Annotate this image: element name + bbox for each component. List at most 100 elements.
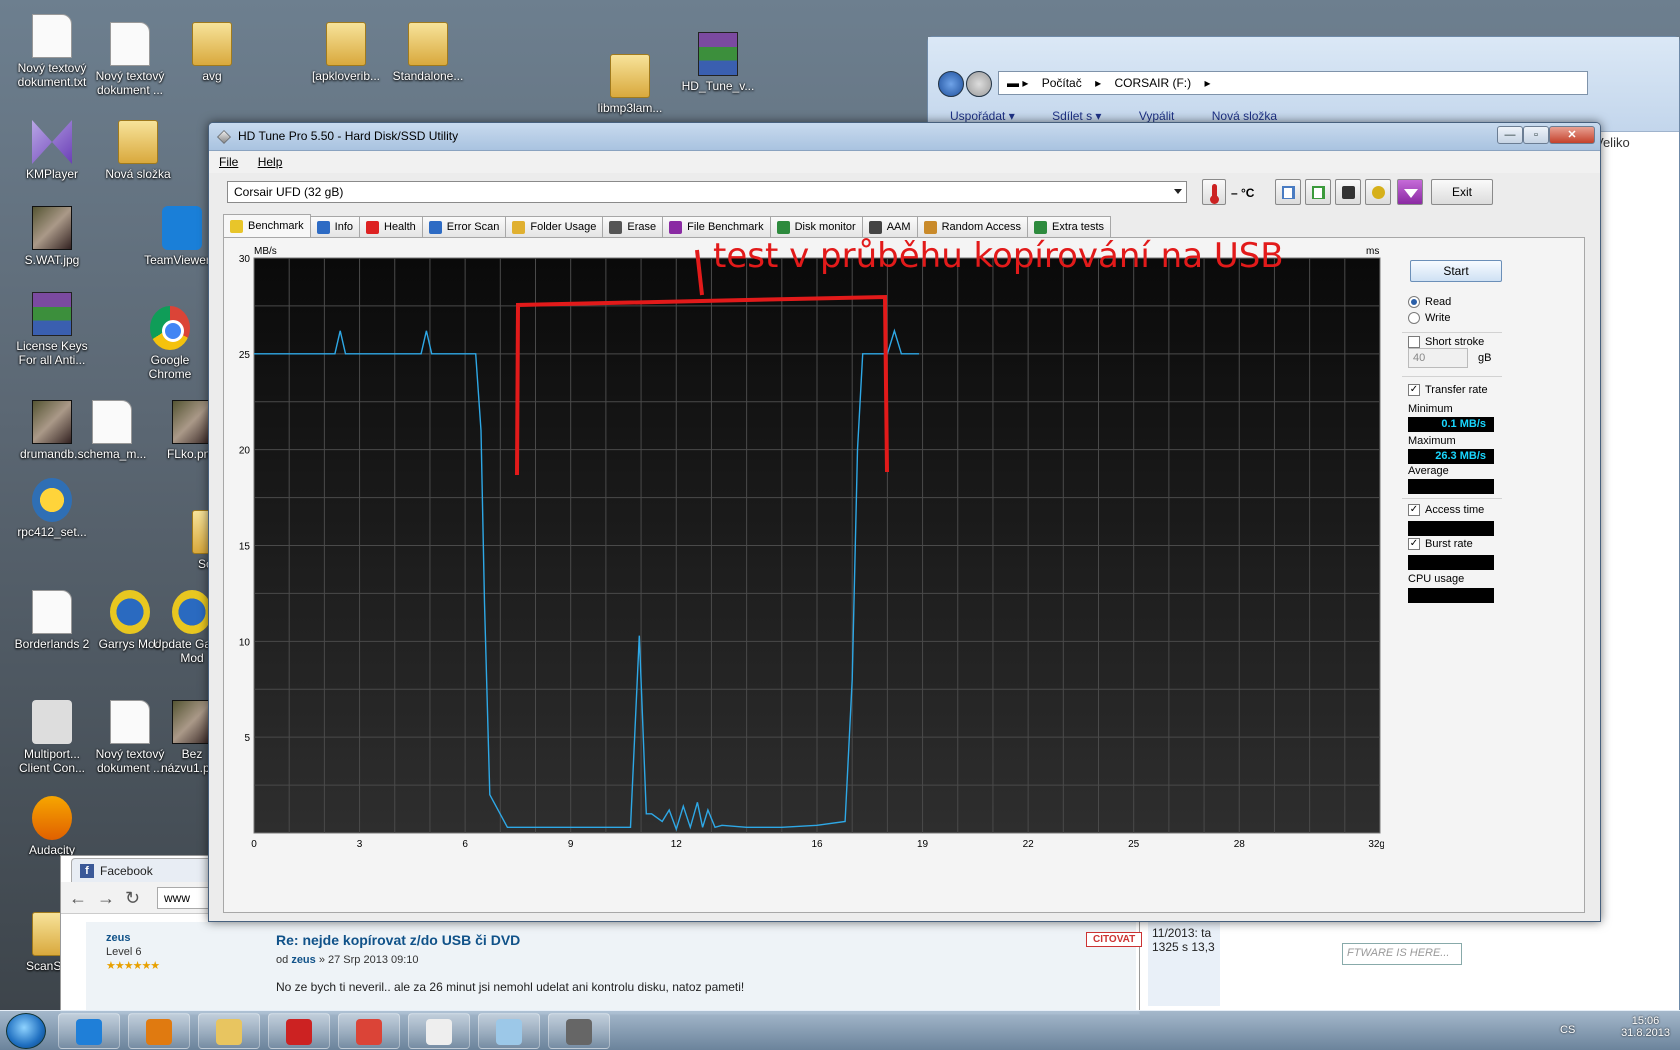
short-stroke-checkbox[interactable] (1408, 336, 1420, 348)
tab-benchmark[interactable]: Benchmark (223, 214, 311, 237)
gmod-icon (172, 590, 212, 634)
new-folder-button[interactable]: Nová složka (1212, 109, 1277, 123)
copy-text-button[interactable] (1275, 179, 1301, 205)
maximize-button[interactable]: ▫ (1523, 126, 1549, 144)
copy-text-icon (1282, 186, 1295, 199)
burst-rate-option[interactable]: ✓ Burst rate (1408, 538, 1473, 550)
desktop-icon[interactable]: Multiport... Client Con... (10, 700, 94, 775)
desktop-icon-label: avg (202, 69, 222, 83)
tab-random-access[interactable]: Random Access (916, 216, 1029, 237)
chevron-down-icon (1174, 189, 1182, 194)
post-title[interactable]: Re: nejde kopírovat z/do USB či DVD (276, 932, 520, 948)
desktop-icon[interactable]: Standalone... (386, 22, 470, 83)
desktop-icon[interactable]: HD_Tune_v... (676, 32, 760, 93)
language-indicator[interactable]: CS (1560, 1024, 1575, 1036)
tab-error-scan[interactable]: Error Scan (421, 216, 507, 237)
forward-icon[interactable] (966, 71, 992, 97)
tab-file-benchmark[interactable]: File Benchmark (662, 216, 771, 237)
breadcrumb-computer[interactable]: Počítač (1042, 76, 1082, 90)
forward-arrow-icon[interactable]: → (97, 888, 115, 909)
benchmark-chart: 036912161922252832gB51015202530102030405… (224, 238, 1384, 914)
desktop-icon[interactable]: S.WAT.jpg (10, 206, 94, 267)
minimize-button[interactable]: — (1497, 126, 1523, 144)
back-arrow-icon[interactable]: ← (69, 888, 87, 909)
desktop-icon-label: Standalone... (392, 69, 464, 83)
x-tick-label: 6 (462, 839, 468, 850)
access-time-option[interactable]: ✓ Access time (1408, 504, 1484, 516)
read-radio[interactable] (1408, 296, 1420, 308)
tab-folder-usage[interactable]: Folder Usage (505, 216, 604, 237)
tab-extra-tests[interactable]: Extra tests (1027, 216, 1112, 237)
breadcrumb-drive[interactable]: CORSAIR (F:) (1114, 76, 1191, 90)
reload-icon[interactable]: ↻ (125, 888, 140, 909)
short-stroke-input[interactable]: 40 (1408, 348, 1468, 368)
start-button-orb[interactable] (6, 1013, 46, 1049)
quote-button[interactable]: CITOVAT (1086, 932, 1143, 947)
transfer-rate-option[interactable]: ✓ Transfer rate (1408, 384, 1488, 396)
drive-select[interactable]: Corsair UFD (32 gB) (227, 181, 1187, 203)
tab-info[interactable]: Info (309, 216, 360, 237)
copy-info-button[interactable] (1305, 179, 1331, 205)
y-tick-label: 10 (239, 637, 251, 648)
desktop-icon[interactable]: avg (170, 22, 254, 83)
short-stroke-option[interactable]: Short stroke (1408, 336, 1484, 348)
back-icon[interactable] (938, 71, 964, 97)
burst-rate-checkbox[interactable]: ✓ (1408, 538, 1420, 550)
clock[interactable]: 15:06 31.8.2013 (1621, 1015, 1670, 1039)
short-stroke-unit: gB (1478, 352, 1492, 364)
desktop-icon[interactable]: Nová složka (96, 120, 180, 181)
taskbar-item[interactable] (548, 1013, 610, 1049)
taskbar-item[interactable] (268, 1013, 330, 1049)
tab-disk-monitor[interactable]: Disk monitor (769, 216, 863, 237)
tab-health[interactable]: Health (359, 216, 423, 237)
network-icon (566, 1019, 592, 1045)
clock-time: 15:06 (1631, 1015, 1660, 1027)
folder-icon: ▬ ▸ (1007, 76, 1029, 90)
start-button[interactable]: Start (1410, 260, 1502, 282)
exit-button[interactable]: Exit (1431, 179, 1493, 205)
access-time-checkbox[interactable]: ✓ (1408, 504, 1420, 516)
taskbar-item[interactable] (198, 1013, 260, 1049)
save-button[interactable] (1397, 179, 1423, 205)
desktop-icon[interactable]: License Keys For all Anti... (10, 292, 94, 367)
options-button[interactable] (1365, 179, 1391, 205)
post-author[interactable]: zeus (106, 932, 130, 944)
desktop-icon[interactable]: KMPlayer (10, 120, 94, 181)
desktop-icon[interactable]: Nový textový dokument.txt (10, 14, 94, 89)
desktop-icon[interactable]: schema_m... (70, 400, 154, 461)
chrome-icon (356, 1019, 382, 1045)
taskbar-item[interactable] (478, 1013, 540, 1049)
desktop-icon[interactable]: [apkloverib... (304, 22, 388, 83)
menu-help[interactable]: Help (258, 155, 283, 169)
tab-aam[interactable]: AAM (861, 216, 918, 237)
write-radio[interactable] (1408, 312, 1420, 324)
taskbar-item[interactable] (338, 1013, 400, 1049)
organize-button[interactable]: Uspořádat ▾ (950, 109, 1015, 123)
search-input[interactable]: FTWARE IS HERE... (1342, 943, 1462, 965)
read-option[interactable]: Read (1408, 296, 1451, 308)
desktop-icon[interactable]: rpc412_set... (10, 478, 94, 539)
burn-button[interactable]: Vypálit (1139, 109, 1175, 123)
post-meta-user[interactable]: zeus (291, 954, 315, 966)
desktop-icon[interactable]: Borderlands 2 (10, 590, 94, 651)
taskbar-item[interactable] (128, 1013, 190, 1049)
desktop-icon-label: schema_m... (77, 447, 147, 461)
desktop-icon[interactable]: libmp3lam... (588, 54, 672, 115)
screenshot-button[interactable] (1335, 179, 1361, 205)
post-meta-date: » 27 Srp 2013 09:10 (318, 954, 419, 966)
close-button[interactable]: ✕ (1549, 126, 1595, 144)
write-option[interactable]: Write (1408, 312, 1450, 324)
transfer-rate-checkbox[interactable]: ✓ (1408, 384, 1420, 396)
menu-file[interactable]: File (219, 155, 238, 169)
title-bar[interactable]: HD Tune Pro 5.50 - Hard Disk/SSD Utility… (209, 123, 1600, 151)
media-player-icon (146, 1019, 172, 1045)
explorer-chrome: ▬ ▸ Počítač ▸ CORSAIR (F:) ▸ Uspořádat ▾… (928, 37, 1679, 132)
desktop-icon[interactable]: Audacity (10, 796, 94, 857)
desktop-icon[interactable]: Google Chrome (128, 306, 212, 381)
desktop-icon[interactable]: Nový textový dokument ... (88, 22, 172, 97)
explorer-address-bar[interactable]: ▬ ▸ Počítač ▸ CORSAIR (F:) ▸ (998, 71, 1588, 95)
taskbar-item[interactable] (408, 1013, 470, 1049)
share-button[interactable]: Sdílet s ▾ (1052, 109, 1101, 123)
taskbar-item[interactable] (58, 1013, 120, 1049)
tab-erase[interactable]: Erase (602, 216, 664, 237)
